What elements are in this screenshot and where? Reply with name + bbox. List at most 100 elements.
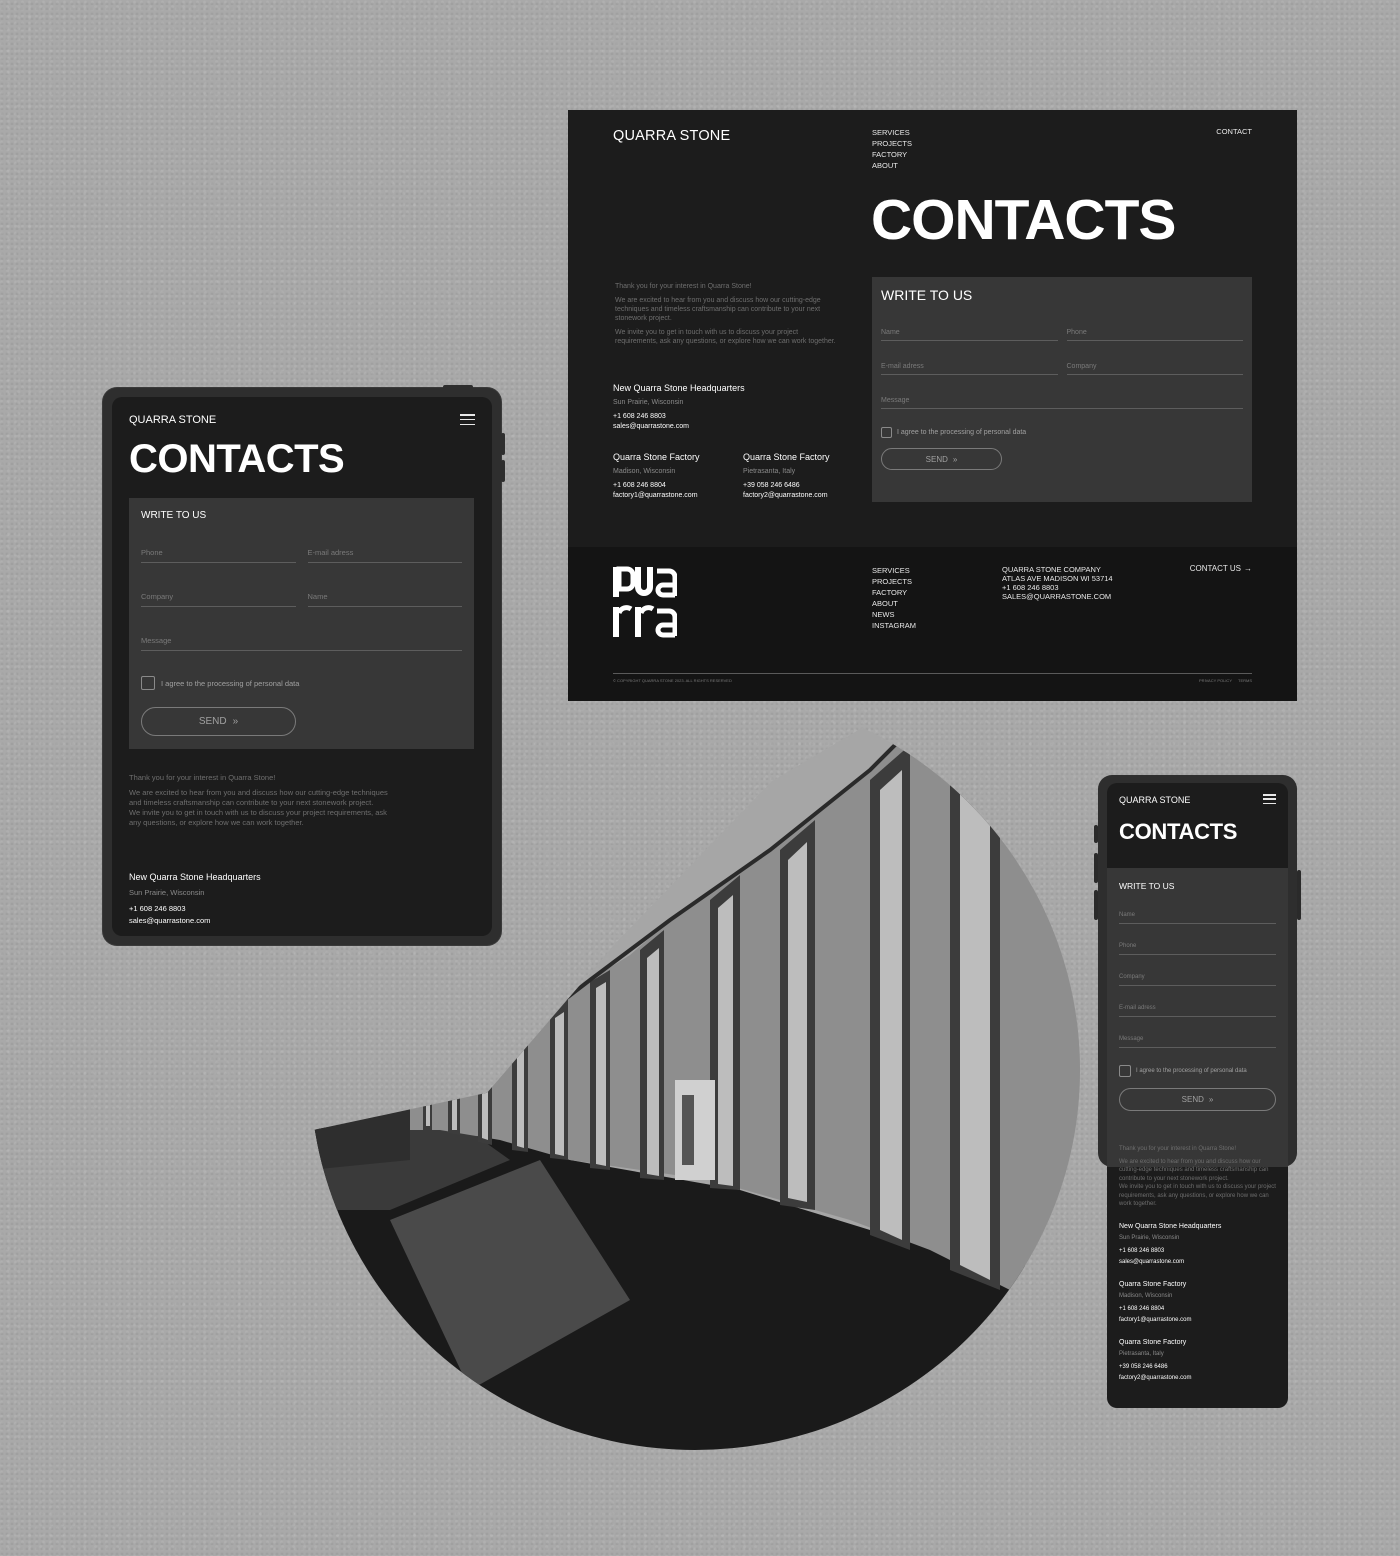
phone-input[interactable]: Phone xyxy=(141,548,296,563)
send-button[interactable]: SEND » xyxy=(881,448,1002,470)
consent-checkbox[interactable] xyxy=(141,676,155,690)
privacy-policy-link[interactable]: PRIVACY POLICY xyxy=(1199,678,1232,683)
intro-paragraph-1: We are excited to hear from you and disc… xyxy=(615,297,821,322)
footer-link-factory[interactable]: FACTORY xyxy=(872,587,916,598)
name-input[interactable]: Name xyxy=(881,329,1058,341)
desktop-mockup: QUARRA STONE SERVICES PROJECTS FACTORY A… xyxy=(568,110,1297,701)
contact-us-link[interactable]: CONTACT US → xyxy=(1190,564,1252,573)
location-email[interactable]: factory1@quarrastone.com xyxy=(1119,1315,1279,1326)
brand-logo[interactable]: QUARRA STONE xyxy=(1119,795,1190,805)
form-title: WRITE TO US xyxy=(141,510,207,521)
nav-projects[interactable]: PROJECTS xyxy=(872,138,912,149)
tablet-volume-up-button xyxy=(501,433,505,455)
consent-label: I agree to the processing of personal da… xyxy=(161,678,300,688)
location-email[interactable]: sales@quarrastone.com xyxy=(129,915,261,927)
nav-about[interactable]: ABOUT xyxy=(872,160,912,171)
send-button[interactable]: SEND » xyxy=(141,707,296,736)
location-phone[interactable]: +1 608 246 8803 xyxy=(613,412,745,422)
tablet-volume-down-button xyxy=(501,460,505,482)
location-title: New Quarra Stone Headquarters xyxy=(129,872,261,882)
consent-row: I agree to the processing of personal da… xyxy=(1119,1065,1276,1077)
phone-volume-up-button xyxy=(1094,853,1098,883)
location-phone[interactable]: +39 058 246 6486 xyxy=(743,481,830,491)
phone-input[interactable]: Phone xyxy=(1066,329,1243,341)
nav-services[interactable]: SERVICES xyxy=(872,127,912,138)
footer-link-about[interactable]: ABOUT xyxy=(872,598,916,609)
message-input[interactable]: Message xyxy=(1119,1036,1276,1048)
phone-mockup: QUARRA STONE CONTACTS WRITE TO US Name P… xyxy=(1094,775,1301,1167)
double-chevron-right-icon: » xyxy=(1208,1095,1214,1104)
location-title: Quarra Stone Factory xyxy=(1119,1280,1187,1288)
nav-factory[interactable]: FACTORY xyxy=(872,149,912,160)
contact-form: WRITE TO US Name Phone E-mail adress Com… xyxy=(872,277,1252,502)
email-input[interactable]: E-mail adress xyxy=(307,548,462,563)
send-label: SEND xyxy=(1181,1095,1204,1104)
company-input[interactable]: Company xyxy=(1119,974,1276,986)
intro-text: Thank you for your interest in Quarra St… xyxy=(615,282,840,351)
location-email[interactable]: factory1@quarrastone.com xyxy=(613,491,700,501)
hamburger-icon[interactable] xyxy=(460,414,475,425)
location-email[interactable]: sales@quarrastone.com xyxy=(613,422,745,432)
location-phone[interactable]: +1 608 246 8803 xyxy=(129,903,261,915)
quarra-logo-mark[interactable] xyxy=(613,565,677,639)
intro-paragraph-1: We are excited to hear from you and disc… xyxy=(129,788,388,807)
arrow-right-icon: → xyxy=(1244,564,1252,573)
company-input[interactable]: Company xyxy=(1066,363,1243,375)
email-input[interactable]: E-mail adress xyxy=(1119,1005,1276,1017)
intro-thanks: Thank you for your interest in Quarra St… xyxy=(1119,1146,1237,1152)
consent-checkbox[interactable] xyxy=(881,427,892,438)
terms-link[interactable]: TERMS xyxy=(1238,678,1252,683)
page-title: CONTACTS xyxy=(129,437,345,481)
intro-text: Thank you for your interest in Quarra St… xyxy=(1119,1145,1279,1209)
location-headquarters: New Quarra Stone Headquarters Sun Prairi… xyxy=(1119,1223,1279,1268)
location-title: Quarra Stone Factory xyxy=(613,452,700,462)
location-phone[interactable]: +1 608 246 8804 xyxy=(1119,1304,1279,1315)
footer-link-news[interactable]: NEWS xyxy=(872,609,916,620)
location-email[interactable]: sales@quarrastone.com xyxy=(1119,1257,1279,1268)
phone-screen: QUARRA STONE CONTACTS WRITE TO US Name P… xyxy=(1107,783,1288,1167)
name-input[interactable]: Name xyxy=(307,592,462,607)
nav-contact[interactable]: CONTACT xyxy=(1216,127,1252,136)
location-city: Sun Prairie, Wisconsin xyxy=(613,399,684,406)
contact-form: WRITE TO US Phone E-mail adress Company … xyxy=(129,498,474,749)
consent-row: I agree to the processing of personal da… xyxy=(141,676,462,690)
intro-paragraph-2: We invite you to get in touch with us to… xyxy=(129,808,387,827)
name-input[interactable]: Name xyxy=(1119,912,1276,924)
location-title: Quarra Stone Factory xyxy=(743,452,830,462)
company-name: QUARRA STONE COMPANY xyxy=(1002,565,1101,574)
location-phone[interactable]: +39 058 246 6486 xyxy=(1119,1362,1279,1373)
location-factory-pietrasanta: Quarra Stone Factory Pietrasanta, Italy … xyxy=(743,452,830,501)
footer-link-instagram[interactable]: INSTAGRAM xyxy=(872,620,916,631)
hamburger-icon[interactable] xyxy=(1263,794,1276,804)
double-chevron-right-icon: » xyxy=(232,716,239,727)
tablet-mockup: QUARRA STONE CONTACTS WRITE TO US Phone … xyxy=(103,385,505,945)
phone-screen-extended: Thank you for your interest in Quarra St… xyxy=(1107,1146,1288,1408)
location-phone[interactable]: +1 608 246 8803 xyxy=(1119,1246,1279,1257)
location-phone[interactable]: +1 608 246 8804 xyxy=(613,481,700,491)
send-label: SEND xyxy=(925,454,948,464)
footer-nav: SERVICES PROJECTS FACTORY ABOUT NEWS INS… xyxy=(872,565,916,631)
message-input[interactable]: Message xyxy=(141,636,462,651)
location-city: Pietrasanta, Italy xyxy=(743,468,796,475)
brand-logo[interactable]: QUARRA STONE xyxy=(613,128,730,144)
message-input[interactable]: Message xyxy=(881,397,1243,409)
consent-checkbox[interactable] xyxy=(1119,1065,1131,1077)
footer-link-projects[interactable]: PROJECTS xyxy=(872,576,916,587)
company-input[interactable]: Company xyxy=(141,592,296,607)
consent-label: I agree to the processing of personal da… xyxy=(897,429,1027,436)
location-factory-madison: Quarra Stone Factory Madison, Wisconsin … xyxy=(1119,1281,1279,1326)
intro-thanks: Thank you for your interest in Quarra St… xyxy=(129,773,276,782)
company-phone[interactable]: +1 608 246 8803 xyxy=(1002,583,1113,592)
double-chevron-right-icon: » xyxy=(952,454,958,464)
email-input[interactable]: E-mail adress xyxy=(881,363,1058,375)
site-footer: SERVICES PROJECTS FACTORY ABOUT NEWS INS… xyxy=(568,547,1297,701)
form-title: WRITE TO US xyxy=(881,287,973,303)
send-button[interactable]: SEND » xyxy=(1119,1088,1276,1111)
location-city: Madison, Wisconsin xyxy=(613,468,676,475)
footer-link-services[interactable]: SERVICES xyxy=(872,565,916,576)
location-email[interactable]: factory2@quarrastone.com xyxy=(1119,1373,1279,1384)
brand-logo[interactable]: QUARRA STONE xyxy=(129,414,216,426)
company-email[interactable]: SALES@QUARRASTONE.COM xyxy=(1002,592,1113,601)
location-email[interactable]: factory2@quarrastone.com xyxy=(743,491,830,501)
phone-input[interactable]: Phone xyxy=(1119,943,1276,955)
